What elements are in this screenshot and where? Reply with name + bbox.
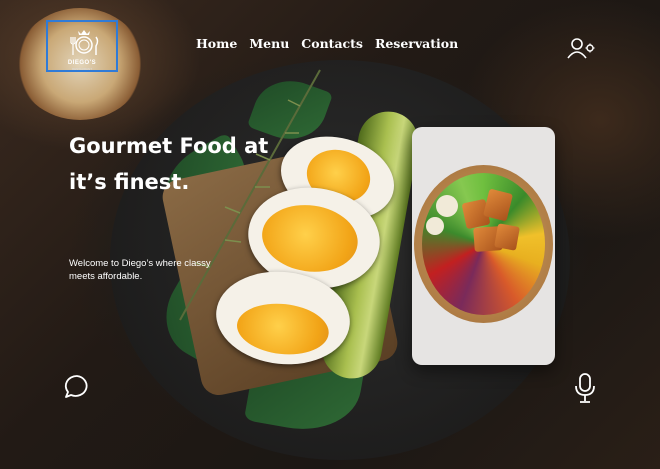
logo-subtitle: RESTAURANT [71,67,93,71]
hero-tagline: Welcome to Diego’s where classy meets af… [69,258,211,282]
nav-contacts-link[interactable]: Contacts [301,36,363,51]
plate-fork-knife-crown-icon [70,30,99,55]
main-navigation: Home Menu Contacts Reservation [196,36,470,51]
nav-reservation-link[interactable]: Reservation [375,36,458,51]
restaurant-logo[interactable]: DIEGO'S RESTAURANT [46,20,118,72]
hero-section: DIEGO'S RESTAURANT Home Menu Contacts Re… [0,0,660,469]
hero-title: Gourmet Food at it’s finest. [69,134,269,194]
salad-bowl-card[interactable] [412,127,555,365]
salad-contents-image [422,173,545,315]
user-settings-icon[interactable] [566,37,596,59]
logo-name: DIEGO'S [67,60,97,66]
microphone-icon[interactable] [573,372,597,404]
nav-home-link[interactable]: Home [196,36,237,51]
chat-bubble-icon[interactable] [64,374,90,400]
nav-menu-link[interactable]: Menu [249,36,289,51]
